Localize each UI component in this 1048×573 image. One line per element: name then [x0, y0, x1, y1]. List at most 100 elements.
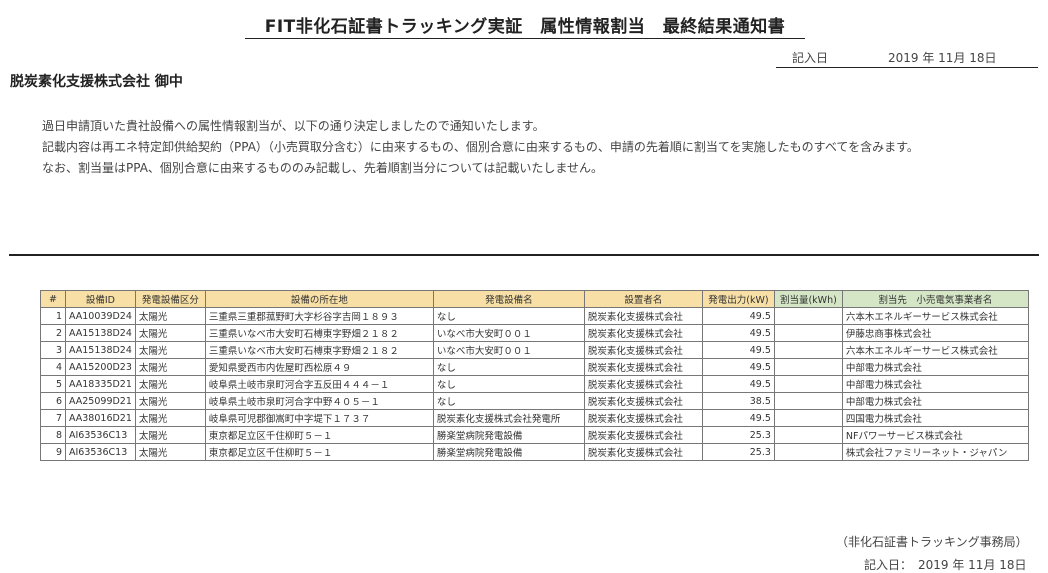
- sender-name: （非化石証書トラッキング事務局）: [836, 535, 1028, 549]
- cell-number: 3: [40, 341, 66, 359]
- cell-number: 6: [40, 392, 66, 410]
- table-row: 4 AA15200D23 太陽光 愛知県愛西市内佐屋町西松原４９ なし 脱炭素化…: [40, 358, 1029, 376]
- table-row: 2 AA15138D24 太陽光 三重県いなべ市大安町石榑東字野畑２１８２ いな…: [40, 324, 1029, 342]
- cell-facility-name: いなべ市大安町００１: [432, 324, 585, 342]
- cell-retailer: 六本木エネルギーサービス株式会社: [841, 307, 1029, 325]
- cell-location: 三重県いなべ市大安町石榑東字野畑２１８２: [204, 341, 434, 359]
- cell-allocation: [773, 341, 843, 359]
- cell-retailer: 六本木エネルギーサービス株式会社: [841, 341, 1029, 359]
- cell-facility-id: AA38016D21: [65, 409, 136, 427]
- cell-facility-name: 脱炭素化支援株式会社発電所: [432, 409, 585, 427]
- column-header-location: 設備の所在地: [204, 290, 434, 308]
- cell-allocation: [773, 375, 843, 393]
- cell-type: 太陽光: [134, 375, 206, 393]
- cell-allocation: [773, 409, 843, 427]
- cell-number: 7: [40, 409, 66, 427]
- entry-date-bottom: 記入日： 2019 年 11月 18日: [864, 558, 1027, 572]
- cell-allocation: [773, 426, 843, 444]
- cell-type: 太陽光: [134, 358, 206, 376]
- cell-location: 岐阜県土岐市泉町河合字中野４０５－１: [204, 392, 434, 410]
- cell-output: 49.5: [701, 358, 775, 376]
- column-header-allocation: 割当量(kWh): [773, 290, 843, 308]
- cell-location: 三重県いなべ市大安町石榑東字野畑２１８２: [204, 324, 434, 342]
- column-header-type: 発電設備区分: [134, 290, 206, 308]
- cell-type: 太陽光: [134, 443, 206, 461]
- cell-number: 4: [40, 358, 66, 376]
- table-row: 3 AA15138D24 太陽光 三重県いなべ市大安町石榑東字野畑２１８２ いな…: [40, 341, 1029, 359]
- cell-type: 太陽光: [134, 307, 206, 325]
- cell-facility-id: AA25099D21: [65, 392, 136, 410]
- notice-line: 過日申請頂いた貴社設備への属性情報割当が、以下の通り決定しましたので通知いたしま…: [42, 119, 545, 133]
- cell-number: 1: [40, 307, 66, 325]
- table-row: 6 AA25099D21 太陽光 岐阜県土岐市泉町河合字中野４０５－１ なし 脱…: [40, 392, 1029, 410]
- column-header-retailer: 割当先 小売電気事業者名: [841, 290, 1029, 308]
- cell-number: 9: [40, 443, 66, 461]
- cell-facility-name: なし: [432, 307, 585, 325]
- cell-facility-id: AA15138D24: [65, 324, 136, 342]
- table-row: 9 AI63536C13 太陽光 東京都足立区千住柳町５－１ 勝楽堂病院発電設備…: [40, 443, 1029, 461]
- cell-number: 8: [40, 426, 66, 444]
- cell-installer: 脱炭素化支援株式会社: [583, 392, 703, 410]
- cell-facility-id: AI63536C13: [65, 426, 136, 444]
- notice-line: なお、割当量はPPA、個別合意に由来するもののみ記載し、先着順割当分については記…: [42, 161, 603, 175]
- column-header-number: #: [40, 290, 66, 308]
- cell-type: 太陽光: [134, 341, 206, 359]
- table-header-row: # 設備ID 発電設備区分 設備の所在地 発電設備名 設置者名 発電出力(kW)…: [40, 290, 1029, 308]
- cell-output: 49.5: [701, 341, 775, 359]
- column-header-facility-name: 発電設備名: [432, 290, 585, 308]
- column-header-installer: 設置者名: [583, 290, 703, 308]
- cell-allocation: [773, 307, 843, 325]
- cell-type: 太陽光: [134, 409, 206, 427]
- cell-output: 49.5: [701, 307, 775, 325]
- cell-retailer: 中部電力株式会社: [841, 358, 1029, 376]
- cell-output: 49.5: [701, 324, 775, 342]
- cell-type: 太陽光: [134, 426, 206, 444]
- cell-output: 49.5: [701, 375, 775, 393]
- cell-allocation: [773, 443, 843, 461]
- cell-allocation: [773, 392, 843, 410]
- cell-facility-name: なし: [432, 358, 585, 376]
- cell-facility-id: AA18335D21: [65, 375, 136, 393]
- cell-output: 49.5: [701, 409, 775, 427]
- cell-location: 愛知県愛西市内佐屋町西松原４９: [204, 358, 434, 376]
- cell-installer: 脱炭素化支援株式会社: [583, 443, 703, 461]
- cell-installer: 脱炭素化支援株式会社: [583, 426, 703, 444]
- cell-facility-id: AA10039D24: [65, 307, 136, 325]
- cell-output: 38.5: [701, 392, 775, 410]
- column-header-facility-id: 設備ID: [65, 290, 136, 308]
- notice-line: 記載内容は再エネ特定卸供給契約（PPA）（小売買取分含む）に由来するもの、個別合…: [42, 140, 919, 154]
- cell-location: 東京都足立区千住柳町５－１: [204, 426, 434, 444]
- cell-number: 2: [40, 324, 66, 342]
- section-divider: [9, 254, 1039, 256]
- entry-date-top: 記入日 2019 年 11月 18日: [776, 48, 1038, 68]
- cell-facility-name: なし: [432, 375, 585, 393]
- cell-location: 岐阜県土岐市泉町河合字五反田４４４－１: [204, 375, 434, 393]
- cell-installer: 脱炭素化支援株式会社: [583, 341, 703, 359]
- cell-location: 東京都足立区千住柳町５－１: [204, 443, 434, 461]
- cell-installer: 脱炭素化支援株式会社: [583, 307, 703, 325]
- cell-allocation: [773, 358, 843, 376]
- cell-facility-name: いなべ市大安町００１: [432, 341, 585, 359]
- table-row: 1 AA10039D24 太陽光 三重県三重郡菰野町大字杉谷字吉岡１８９３ なし…: [40, 307, 1029, 325]
- cell-installer: 脱炭素化支援株式会社: [583, 358, 703, 376]
- notice-body: 過日申請頂いた貴社設備への属性情報割当が、以下の通り決定しましたので通知いたしま…: [42, 116, 919, 179]
- cell-output: 25.3: [701, 426, 775, 444]
- cell-retailer: 中部電力株式会社: [841, 392, 1029, 410]
- allocation-table: # 設備ID 発電設備区分 設備の所在地 発電設備名 設置者名 発電出力(kW)…: [40, 290, 1029, 461]
- cell-type: 太陽光: [134, 392, 206, 410]
- entry-date-label: 記入日: [792, 51, 829, 65]
- table-row: 7 AA38016D21 太陽光 岐阜県可児郡御嵩町中字堤下１７３７ 脱炭素化支…: [40, 409, 1029, 427]
- cell-facility-id: AA15138D24: [65, 341, 136, 359]
- cell-output: 25.3: [701, 443, 775, 461]
- cell-number: 5: [40, 375, 66, 393]
- cell-retailer: 中部電力株式会社: [841, 375, 1029, 393]
- cell-retailer: 伊藤忠商事株式会社: [841, 324, 1029, 342]
- cell-facility-name: なし: [432, 392, 585, 410]
- table-row: 5 AA18335D21 太陽光 岐阜県土岐市泉町河合字五反田４４４－１ なし …: [40, 375, 1029, 393]
- entry-date-value: 2019 年 11月 18日: [888, 51, 997, 65]
- cell-installer: 脱炭素化支援株式会社: [583, 375, 703, 393]
- cell-allocation: [773, 324, 843, 342]
- cell-type: 太陽光: [134, 324, 206, 342]
- table-row: 8 AI63536C13 太陽光 東京都足立区千住柳町５－１ 勝楽堂病院発電設備…: [40, 426, 1029, 444]
- cell-facility-id: AI63536C13: [65, 443, 136, 461]
